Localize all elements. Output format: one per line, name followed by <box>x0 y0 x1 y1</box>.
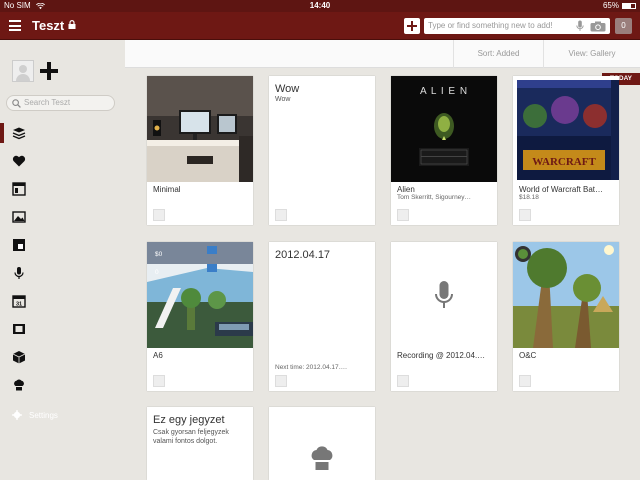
card-image-game-box: WARCRAFT <box>513 76 619 182</box>
card-subtitle: Tom Skerritt, Sigourney… <box>397 194 472 201</box>
chef-hat-icon <box>311 446 333 470</box>
card-minimal[interactable]: Minimal <box>147 76 253 225</box>
microphone-icon <box>14 267 24 279</box>
chef-hat-icon <box>14 379 24 391</box>
plus-icon <box>407 21 417 31</box>
card-note-wow[interactable]: Wow Wow <box>269 76 375 225</box>
layers-icon <box>12 127 26 140</box>
card-title: A6 <box>153 351 163 360</box>
poster-title: A L I E N <box>420 86 468 97</box>
search-placeholder: Type or find something new to add! <box>428 21 553 30</box>
avatar[interactable] <box>12 60 34 82</box>
sidebar-item-products[interactable] <box>12 350 26 364</box>
user-silhouette-icon <box>13 61 33 81</box>
add-button[interactable] <box>404 18 420 34</box>
sidebar-item-all[interactable] <box>12 126 26 140</box>
event-date: 2012.04.17 <box>275 249 331 261</box>
avatar <box>275 375 287 387</box>
calendar-day: 31 <box>16 302 22 308</box>
card-image-race-game: $0 0 <box>147 242 253 348</box>
top-bar: Teszt Type or find something new to add!… <box>0 12 640 40</box>
sidebar-item-audio[interactable] <box>12 266 26 280</box>
camera-icon[interactable] <box>590 21 606 32</box>
active-indicator <box>0 123 4 143</box>
card-recipe[interactable] <box>269 407 375 480</box>
card-title: World of Warcraft Bat… <box>519 185 604 194</box>
game-hud-money: $0 <box>155 251 163 258</box>
event-next-time: Next time: 2012.04.17…. <box>275 364 347 371</box>
card-product-warcraft[interactable]: WARCRAFT World of Warcraft Bat… $18.18 <box>513 76 619 225</box>
menu-icon[interactable] <box>9 20 21 31</box>
microphone-icon <box>435 281 453 308</box>
card-movie-alien[interactable]: A L I E N Alien Tom Skerritt, Sigourney… <box>391 76 497 225</box>
film-icon <box>13 324 25 334</box>
image-icon <box>12 211 26 223</box>
battery-percent: 65% <box>602 1 619 10</box>
avatar <box>153 209 165 221</box>
card-title: Recording @ 2012.04.… <box>397 351 486 360</box>
card-event-date[interactable]: 2012.04.17 Next time: 2012.04.17…. <box>269 242 375 391</box>
card-image-desk <box>147 76 253 182</box>
sidebar-item-movies[interactable] <box>12 322 26 336</box>
card-title: Alien <box>397 185 415 194</box>
card-image-fantasy-game <box>513 242 619 348</box>
microphone-icon[interactable] <box>576 20 584 32</box>
sidebar-search-input[interactable]: Search Teszt <box>6 95 115 111</box>
heart-icon <box>12 155 26 167</box>
clock: 14:40 <box>309 1 331 10</box>
card-game-oc[interactable]: O&C <box>513 242 619 391</box>
sidebar-item-notes[interactable] <box>12 182 26 196</box>
card-title: O&C <box>519 351 537 360</box>
box-title: WARCRAFT <box>532 156 596 168</box>
view-button[interactable]: View: Gallery <box>543 40 640 68</box>
cast-icon <box>13 239 25 251</box>
recording-placeholder <box>391 242 497 348</box>
sort-button[interactable]: Sort: Added <box>453 40 543 68</box>
settings-label: Settings <box>29 410 58 420</box>
box-icon <box>12 351 26 364</box>
layout-icon <box>12 182 26 196</box>
card-title: Minimal <box>153 185 181 194</box>
sidebar-search-placeholder: Search Teszt <box>24 98 71 107</box>
battery-icon <box>622 3 636 9</box>
lock-icon <box>68 20 76 29</box>
game-hud-stars: 0 <box>155 269 159 276</box>
calendar-icon: 31 <box>12 295 26 308</box>
sidebar-item-favorites[interactable] <box>12 154 26 168</box>
card-price: $18.18 <box>519 194 539 201</box>
add-member-icon[interactable] <box>40 62 58 80</box>
status-bar: No SIM 14:40 65% <box>0 0 640 12</box>
notification-count[interactable]: 0 <box>615 18 632 34</box>
note-body: Csak gyorsan feljegyzek valami fontos do… <box>153 429 229 445</box>
sidebar-item-links[interactable] <box>12 238 26 252</box>
title-area[interactable]: Teszt <box>32 18 76 33</box>
avatar <box>397 209 409 221</box>
avatar <box>275 209 287 221</box>
page-title: Teszt <box>32 18 65 33</box>
note-heading: Ez egy jegyzet <box>153 414 225 426</box>
avatar <box>519 375 531 387</box>
card-note-jegyzet[interactable]: Ez egy jegyzet Csak gyorsan feljegyzek v… <box>147 407 253 480</box>
sidebar-item-events[interactable]: 31 <box>12 294 26 308</box>
settings-button[interactable]: Settings <box>12 410 58 420</box>
note-heading: Wow <box>275 83 300 95</box>
gear-icon <box>12 410 22 420</box>
avatar <box>153 375 165 387</box>
sidebar-item-recipes[interactable] <box>12 378 26 392</box>
sidebar-item-images[interactable] <box>12 210 26 224</box>
sidebar: Search Teszt 31 Settings <box>0 40 125 480</box>
search-input[interactable]: Type or find something new to add! <box>424 18 610 34</box>
card-game-a6[interactable]: $0 0 A6 <box>147 242 253 391</box>
avatar <box>519 209 531 221</box>
card-recording[interactable]: Recording @ 2012.04.… <box>391 242 497 391</box>
card-image-alien-poster: A L I E N <box>391 76 497 182</box>
search-icon <box>12 99 21 108</box>
avatar <box>397 375 409 387</box>
sort-bar: Sort: Added View: Gallery <box>125 40 640 68</box>
note-body: Wow <box>275 96 291 103</box>
